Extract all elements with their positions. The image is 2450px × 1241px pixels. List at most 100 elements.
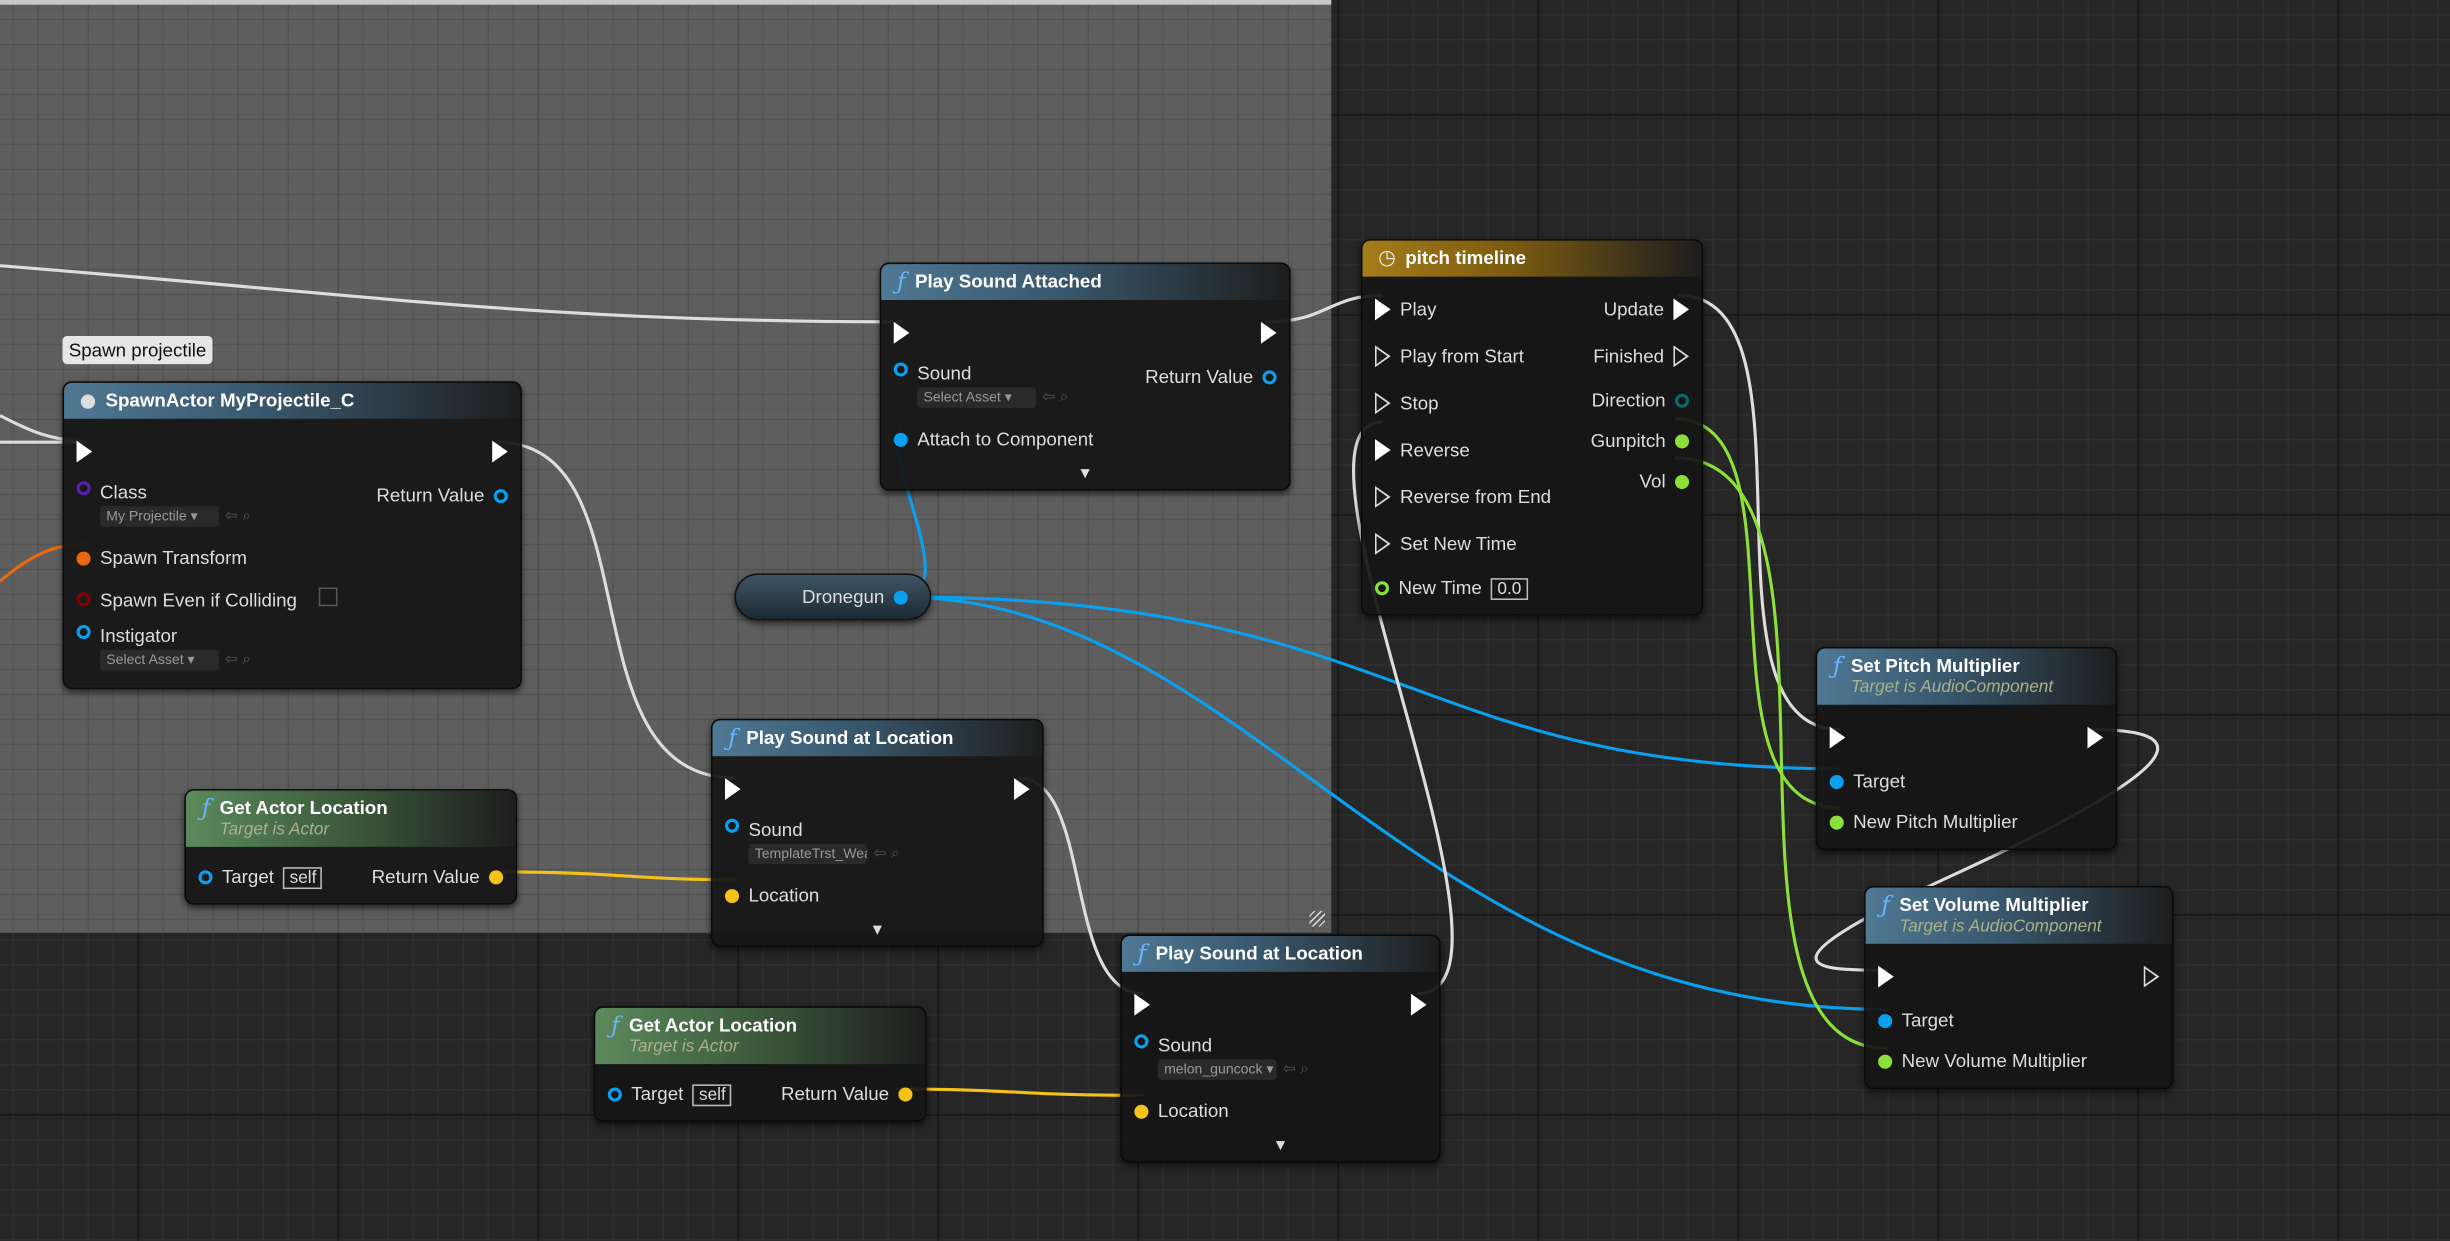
exec-pin[interactable] <box>1260 321 1277 344</box>
pins-left: ClassMy Projectile ⇦ ⌕ Spawn Transform Spaw… <box>76 428 338 681</box>
class-pin[interactable] <box>76 481 91 496</box>
node-psa[interactable]: ƒ Play Sound Attached SoundSelect Asset ⇦ ⌕… <box>879 262 1291 491</box>
node-gal2[interactable]: ƒ Get Actor Location Target is Actor Target… <box>593 1006 927 1122</box>
pin-row: Target <box>1878 1000 2087 1041</box>
browse-asset-icon[interactable]: ⇦ ⌕ <box>1042 389 1068 406</box>
exec-pin[interactable] <box>1375 439 1391 461</box>
pin-label: Location <box>1157 1100 1229 1122</box>
expand-arrow-icon[interactable]: ▼ <box>1122 1138 1439 1161</box>
object-pin[interactable] <box>893 362 908 377</box>
object-pin[interactable] <box>893 432 908 447</box>
pin-row <box>1134 981 1309 1028</box>
exec-pin[interactable] <box>1673 345 1690 368</box>
browse-asset-icon[interactable]: ⇦ ⌕ <box>873 845 899 862</box>
object-pin[interactable] <box>493 488 508 503</box>
exec-pin[interactable] <box>2087 726 2104 749</box>
exec-pin[interactable] <box>492 440 508 463</box>
float-pin[interactable] <box>1878 1053 1893 1068</box>
node-timeline[interactable]: ◷ pitch timeline Play Play from Start Stop Re… <box>1360 239 1704 616</box>
exec-pin[interactable] <box>1014 778 1030 800</box>
object-pin[interactable] <box>1134 1034 1149 1049</box>
node-header[interactable]: ƒ Get Actor Location Target is Actor <box>185 790 516 847</box>
exec-pin[interactable] <box>1134 993 1150 1016</box>
expand-arrow-icon[interactable]: ▼ <box>713 922 1043 945</box>
node-header[interactable]: ƒ Set Pitch Multiplier Target is AudioComp… <box>1817 648 2116 705</box>
node-spm[interactable]: ƒ Set Pitch Multiplier Target is AudioComp… <box>1815 646 2118 850</box>
node-psl2[interactable]: ƒ Play Sound at Location Sound melon_guncoc… <box>1120 934 1441 1163</box>
wire[interactable] <box>896 1087 1144 1097</box>
node-header[interactable]: ƒ Play Sound at Location <box>1121 935 1440 972</box>
pin-default-value[interactable]: self <box>283 867 323 890</box>
exec-pin[interactable] <box>1829 726 1846 749</box>
pins-right <box>1402 981 1427 1131</box>
pin-label: Return Value <box>376 484 485 507</box>
exec-pin[interactable] <box>1375 392 1391 415</box>
exec-pin[interactable] <box>1375 298 1391 321</box>
vector-pin[interactable] <box>725 888 740 903</box>
pin-default-value[interactable]: 0.0 <box>1491 578 1528 600</box>
browse-asset-icon[interactable]: ⇦ ⌕ <box>225 508 251 525</box>
exec-pin[interactable] <box>76 440 93 463</box>
float-pin[interactable] <box>1675 433 1690 448</box>
bool-pin[interactable] <box>76 591 91 606</box>
node-title: Set Volume Multiplier <box>1899 893 2089 916</box>
object-pin[interactable] <box>76 625 91 640</box>
checkbox[interactable] <box>318 586 338 606</box>
browse-asset-icon[interactable]: ⇦ ⌕ <box>1283 1061 1309 1078</box>
blueprint-graph-canvas[interactable]: Spawn projectile Dronegun ● SpawnActor My… <box>0 0 2450 1241</box>
asset-dropdown[interactable]: melon_guncock <box>1157 1059 1277 1080</box>
object-pin[interactable] <box>1829 774 1844 789</box>
exec-pin[interactable] <box>1375 485 1391 508</box>
browse-asset-icon[interactable]: ⇦ ⌕ <box>225 652 251 669</box>
node-gal1[interactable]: ƒ Get Actor Location Target is Actor Target… <box>184 789 518 905</box>
vector-pin[interactable] <box>1134 1103 1149 1118</box>
exec-pin[interactable] <box>893 321 910 344</box>
exec-pin[interactable] <box>725 778 741 800</box>
struct-pin[interactable] <box>76 550 91 565</box>
asset-dropdown[interactable]: TemplateTrst_Wea <box>748 843 868 865</box>
pin-label: Direction <box>1591 389 1666 411</box>
float-pin[interactable] <box>1675 474 1690 489</box>
node-title-group: Play Sound at Location <box>746 727 953 750</box>
expand-arrow-icon[interactable]: ▼ <box>881 466 1289 489</box>
node-header[interactable]: ƒ Get Actor Location Target is Actor <box>595 1007 925 1065</box>
exec-pin[interactable] <box>1410 993 1427 1016</box>
pin-row: Reverse from End <box>1375 473 1551 520</box>
pin-content: Target <box>1853 770 1905 792</box>
object-pin[interactable] <box>893 589 908 604</box>
object-pin[interactable] <box>725 818 740 833</box>
variable-node-dronegun[interactable]: Dronegun <box>734 573 932 621</box>
object-pin[interactable] <box>1262 369 1277 384</box>
exec-pin[interactable] <box>1878 965 1894 988</box>
pin-content: Reverse <box>1400 439 1470 461</box>
exec-pin[interactable] <box>1375 532 1391 555</box>
float-pin[interactable] <box>1829 814 1844 829</box>
object-pin[interactable] <box>198 869 213 884</box>
node-header[interactable]: ƒ Set Volume Multiplier Target is AudioCom… <box>1865 887 2172 944</box>
exec-pin[interactable] <box>2143 965 2160 988</box>
asset-dropdown[interactable]: Select Asset <box>917 387 1036 408</box>
exec-pin[interactable] <box>1375 345 1391 368</box>
pin-default-value[interactable]: self <box>692 1084 733 1107</box>
float-pin[interactable] <box>1375 580 1390 595</box>
asset-dropdown[interactable]: My Projectile <box>100 506 219 527</box>
node-psl1[interactable]: ƒ Play Sound at Location Sound TemplateTrst… <box>710 718 1044 947</box>
node-title: pitch timeline <box>1405 246 1527 269</box>
pin-label: Sound <box>748 818 803 841</box>
node-svm[interactable]: ƒ Set Volume Multiplier Target is AudioCom… <box>1864 885 2174 1090</box>
node-header[interactable]: ƒ Play Sound Attached <box>881 264 1290 300</box>
pin-row: Location <box>725 875 900 916</box>
vector-pin[interactable] <box>898 1086 913 1101</box>
object-pin[interactable] <box>1878 1013 1893 1028</box>
node-header[interactable]: ƒ Play Sound at Location <box>712 720 1043 757</box>
vector-pin[interactable] <box>489 869 504 884</box>
pin-label: Reverse from End <box>1400 485 1552 508</box>
enum-pin[interactable] <box>1675 392 1690 408</box>
asset-dropdown[interactable]: Select Asset <box>100 650 219 671</box>
node-spawn[interactable]: ● SpawnActor MyProjectile_C Class My Projec… <box>62 381 522 690</box>
node-header[interactable]: ● SpawnActor MyProjectile_C <box>64 382 521 419</box>
resize-grip[interactable] <box>1309 910 1325 927</box>
object-pin[interactable] <box>607 1086 622 1101</box>
exec-pin[interactable] <box>1673 298 1690 321</box>
node-header[interactable]: ◷ pitch timeline <box>1362 240 1702 277</box>
